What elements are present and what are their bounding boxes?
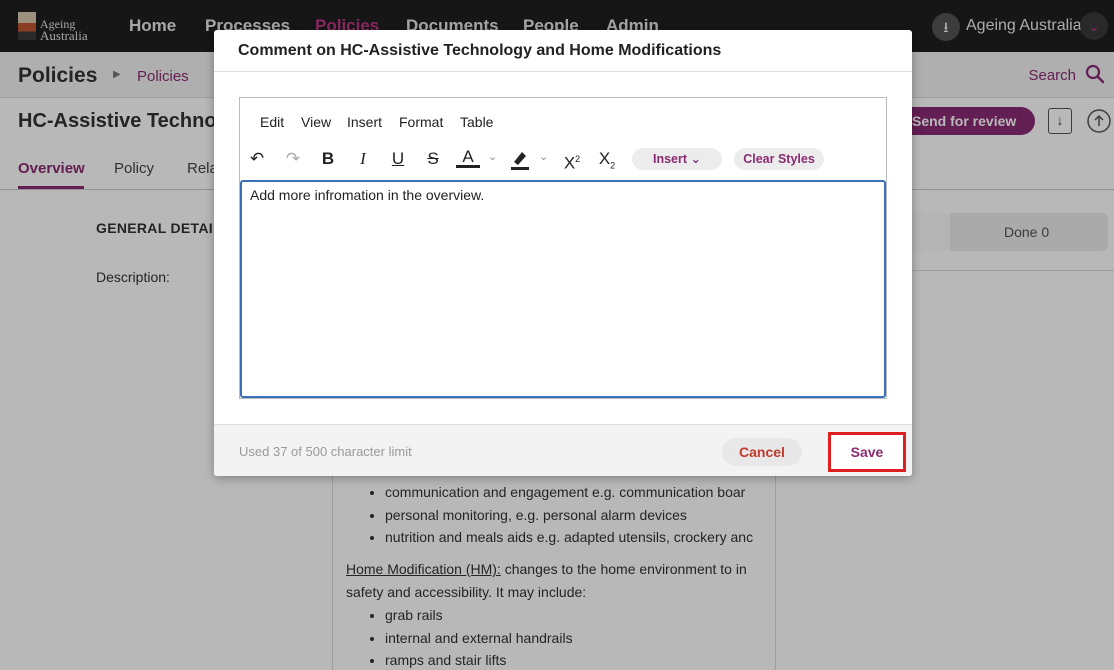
character-count: Used 37 of 500 character limit	[239, 444, 412, 459]
menu-table[interactable]: Table	[460, 114, 493, 130]
dialog-title: Comment on HC-Assistive Technology and H…	[238, 42, 722, 59]
undo-icon[interactable]: ↶	[245, 148, 269, 170]
chevron-down-icon[interactable]: ⌄	[488, 150, 497, 163]
menu-insert[interactable]: Insert	[347, 114, 382, 130]
underline-icon[interactable]: U	[386, 148, 410, 170]
comment-text-area[interactable]: Add more infromation in the overview.	[240, 180, 886, 398]
italic-icon[interactable]: I	[351, 148, 375, 170]
comment-dialog: Comment on HC-Assistive Technology and H…	[214, 30, 912, 476]
bold-icon[interactable]: B	[316, 148, 340, 170]
chevron-down-icon: ⌄	[690, 152, 701, 166]
menu-format[interactable]: Format	[399, 114, 443, 130]
text-color-icon[interactable]: A	[456, 148, 480, 168]
strikethrough-icon[interactable]: S	[421, 148, 445, 170]
highlight-color-icon[interactable]	[508, 148, 532, 170]
clear-styles-button[interactable]: Clear Styles	[734, 148, 824, 170]
dialog-footer: Used 37 of 500 character limit Cancel Sa…	[214, 424, 912, 476]
redo-icon[interactable]: ↷	[281, 148, 305, 170]
menu-edit[interactable]: Edit	[260, 114, 284, 130]
subscript-icon[interactable]: X2	[595, 148, 619, 170]
menu-view[interactable]: View	[301, 114, 331, 130]
insert-dropdown-label: Insert	[652, 152, 688, 166]
save-button[interactable]: Save	[828, 432, 906, 472]
superscript-icon[interactable]: X2	[560, 148, 584, 173]
cancel-button[interactable]: Cancel	[722, 438, 802, 466]
divider	[214, 71, 912, 72]
chevron-down-icon[interactable]: ⌄	[539, 150, 548, 163]
insert-dropdown[interactable]: Insert ⌄	[632, 148, 722, 170]
rich-text-editor: Edit View Insert Format Table ↶ ↷ B I U …	[239, 97, 887, 399]
